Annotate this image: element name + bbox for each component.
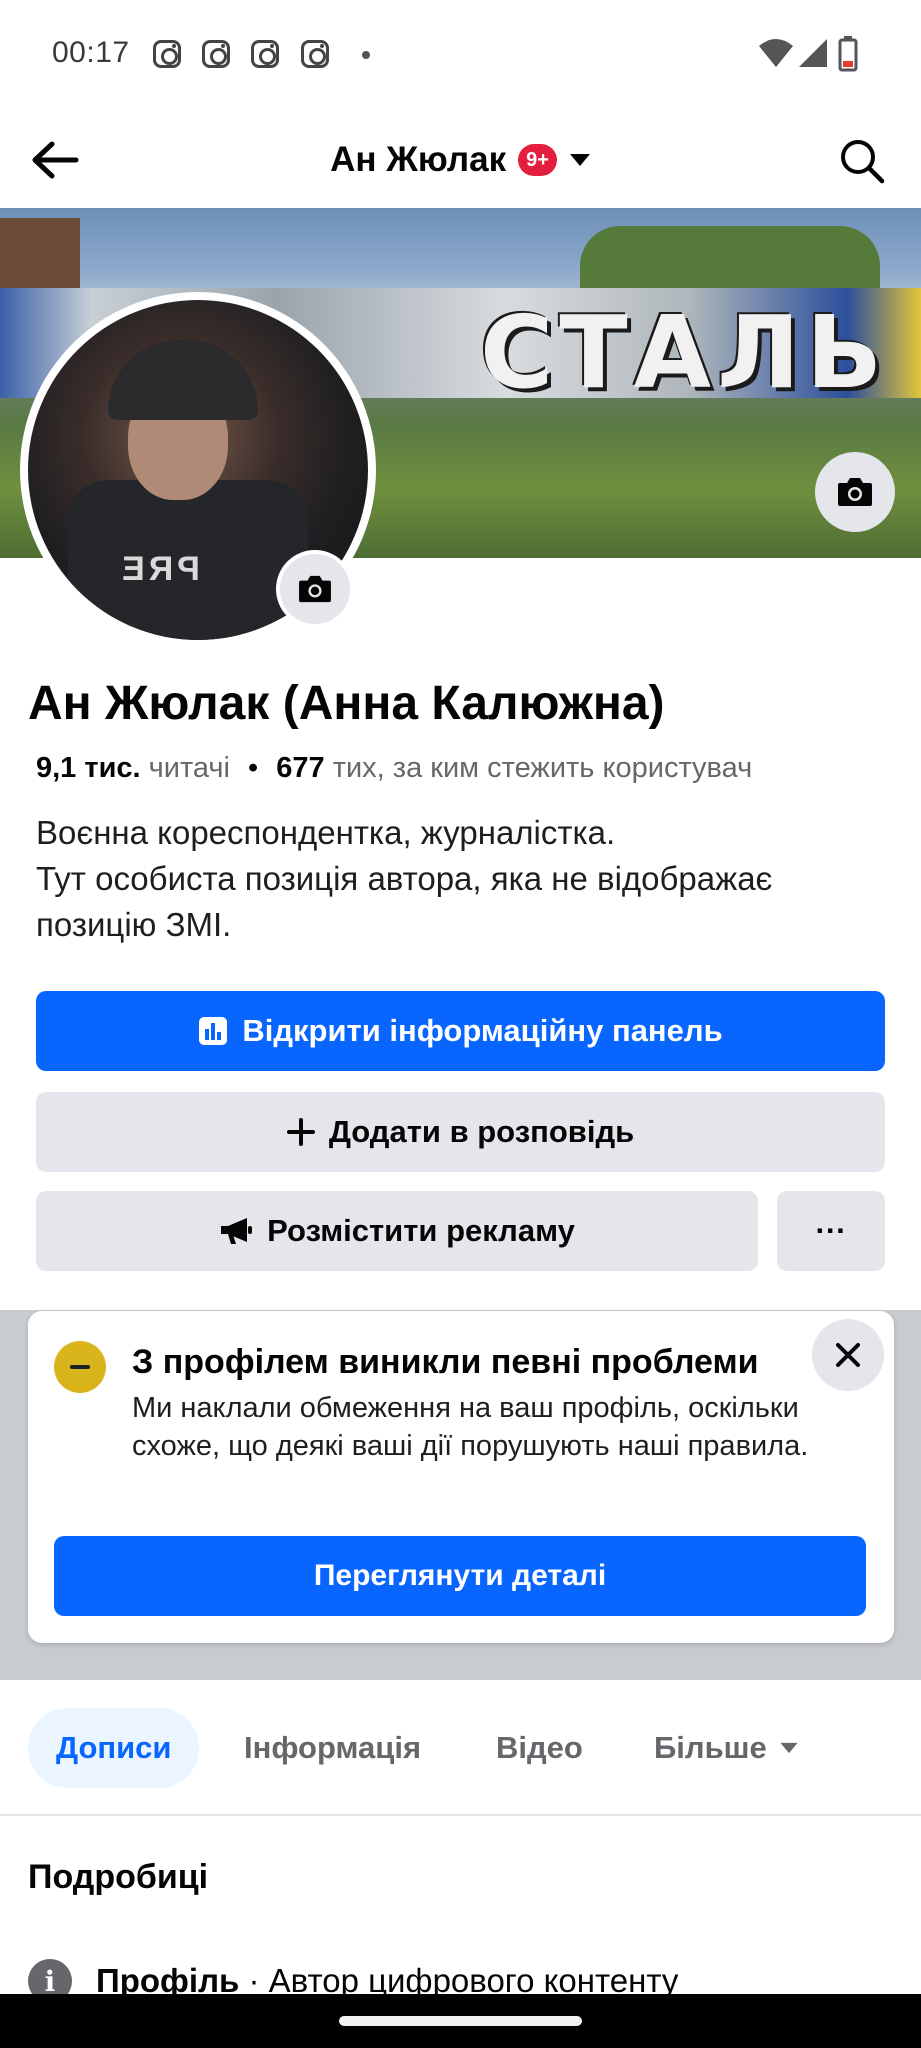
plus-icon xyxy=(286,1118,315,1146)
instagram-icon xyxy=(251,40,279,68)
view-details-label: Переглянути деталі xyxy=(313,1559,607,1592)
caret-down-icon xyxy=(780,1742,798,1754)
warning-title: З профілем виникли певні проблеми xyxy=(132,1343,759,1381)
search-icon[interactable] xyxy=(839,138,885,184)
megaphone-icon xyxy=(221,1218,253,1244)
open-dashboard-label: Відкрити інформаційну панель xyxy=(242,1013,723,1048)
advertise-button[interactable]: Розмістити рекламу xyxy=(36,1191,758,1271)
caret-down-icon xyxy=(569,154,590,166)
edit-avatar-button[interactable] xyxy=(276,550,354,628)
battery-low-icon xyxy=(838,36,858,72)
cover-building xyxy=(0,218,80,298)
status-time: 00:17 xyxy=(52,36,130,69)
graffiti-text: СТАЛЬ xyxy=(480,294,889,411)
instagram-icon xyxy=(301,40,329,68)
warning-text: Ми наклали обмеження на ваш профіль, оск… xyxy=(132,1392,809,1462)
profile-switcher[interactable]: Ан Жюлак 9+ xyxy=(0,138,921,182)
advertise-label: Розмістити рекламу xyxy=(267,1213,575,1248)
followers-count[interactable]: 9,1 тис. xyxy=(36,752,141,784)
status-bar: 00:17 xyxy=(0,0,921,110)
dashboard-chart-icon xyxy=(199,1017,228,1045)
tab-about[interactable]: Інформація xyxy=(244,1708,421,1788)
header-title: Ан Жюлак xyxy=(330,140,507,179)
tab-label: Більше xyxy=(654,1730,767,1765)
camera-icon xyxy=(299,575,331,603)
camera-icon xyxy=(838,478,872,506)
view-details-button[interactable]: Переглянути деталі xyxy=(54,1536,866,1616)
edit-cover-button[interactable] xyxy=(815,452,895,532)
add-to-story-button[interactable]: Додати в розповідь xyxy=(36,1092,885,1172)
more-notifications-dot xyxy=(362,51,370,59)
restriction-warning-card: З профілем виникли певні проблеми Ми нак… xyxy=(28,1311,894,1643)
bio-line: Воєнна кореспондентка, журналістка. xyxy=(36,814,616,851)
following-count[interactable]: 677 xyxy=(276,752,324,784)
close-warning-button[interactable] xyxy=(812,1319,884,1391)
tab-more[interactable]: Більше xyxy=(654,1708,799,1788)
home-gesture-handle[interactable] xyxy=(339,2016,582,2026)
profile-stats: 9,1 тис. читачі • 677 тих, за ким стежит… xyxy=(36,752,752,785)
profile-name: Ан Жюлак (Анна Калюжна) xyxy=(28,677,665,730)
tab-videos[interactable]: Відео xyxy=(496,1708,583,1788)
tab-label: Відео xyxy=(496,1730,583,1765)
followers-label[interactable]: читачі xyxy=(149,752,230,784)
avatar-vest-text: PRE xyxy=(118,550,200,588)
add-to-story-label: Додати в розповідь xyxy=(328,1114,635,1149)
details-heading: Подробиці xyxy=(28,1858,209,1896)
open-dashboard-button[interactable]: Відкрити інформаційну панель xyxy=(36,991,885,1071)
close-icon xyxy=(836,1343,860,1367)
profile-tabs: Дописи Інформація Відео Більше xyxy=(0,1680,921,1816)
following-label[interactable]: тих, за ким стежить користувач xyxy=(333,752,753,784)
warning-minus-icon xyxy=(54,1341,106,1393)
signal-icon xyxy=(799,39,827,67)
more-options-button[interactable]: ··· xyxy=(777,1191,885,1271)
instagram-icon xyxy=(202,40,230,68)
system-nav-bar xyxy=(0,1994,921,2048)
more-options-icon: ··· xyxy=(815,1213,847,1248)
notification-badge: 9+ xyxy=(518,144,557,176)
stats-separator: • xyxy=(248,752,259,784)
profile-bio: Воєнна кореспондентка, журналістка. Тут … xyxy=(36,810,896,948)
tab-posts[interactable]: Дописи xyxy=(28,1708,200,1788)
bio-line: Тут особиста позиція автора, яка не відо… xyxy=(36,860,773,943)
wifi-icon xyxy=(759,39,793,67)
instagram-icon xyxy=(153,40,181,68)
app-header: Ан Жюлак 9+ xyxy=(0,110,921,210)
tab-label: Інформація xyxy=(244,1730,422,1765)
tab-label: Дописи xyxy=(56,1730,172,1765)
cover-trees xyxy=(580,226,880,296)
